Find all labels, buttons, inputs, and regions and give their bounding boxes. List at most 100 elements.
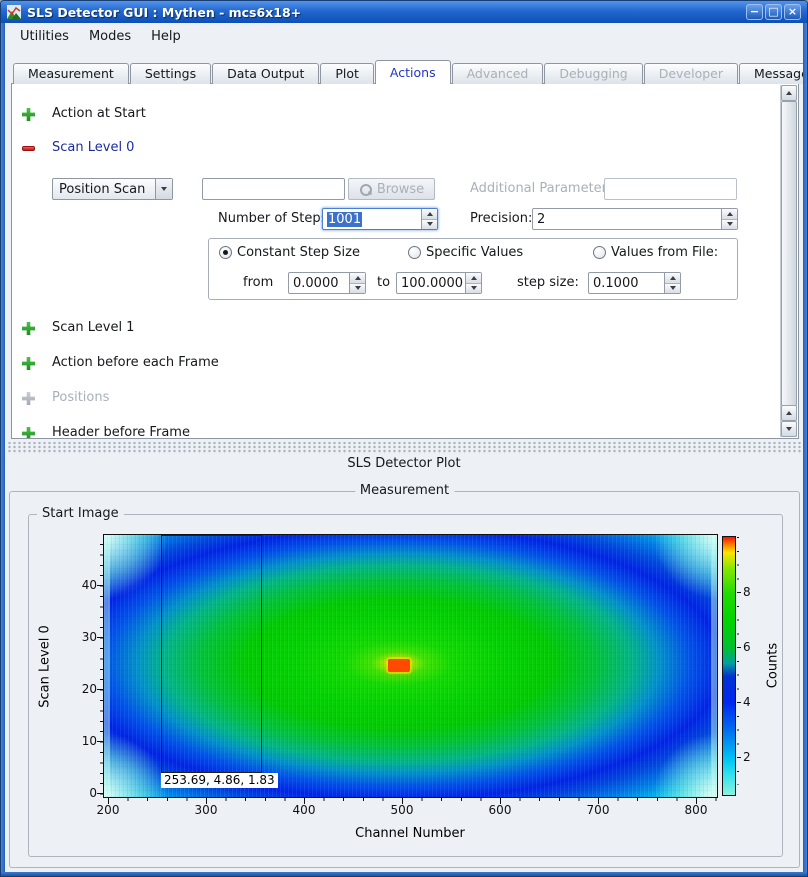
stepper-buttons[interactable] <box>465 273 481 293</box>
tab-plot[interactable]: Plot <box>320 63 374 84</box>
colorbar-minor-ticks <box>737 537 739 785</box>
step-down-button[interactable] <box>466 283 481 294</box>
app-icon <box>7 5 21 19</box>
x-tick-label: 400 <box>284 803 324 817</box>
actions-scrollbar[interactable] <box>780 85 797 437</box>
number-of-steps-label: Number of Steps: <box>218 212 332 226</box>
window-title: SLS Detector GUI : Mythen - mcs6x18+ <box>27 5 744 20</box>
chevron-down-icon <box>161 187 167 191</box>
script-file-input[interactable] <box>202 178 345 200</box>
from-stepper[interactable]: 0.0000 <box>288 272 366 294</box>
collapse-icon[interactable] <box>22 146 35 151</box>
number-of-steps-stepper[interactable]: 1001 <box>322 208 438 230</box>
values-from-file-label[interactable]: Values from File: <box>611 246 718 260</box>
tab-messages[interactable]: Messages <box>739 63 808 84</box>
expand-icon[interactable] <box>22 427 35 439</box>
step-up-button[interactable] <box>665 273 680 283</box>
step-up-button[interactable] <box>422 209 437 219</box>
constant-step-size-radio[interactable] <box>219 246 232 259</box>
browse-button: Browse <box>348 178 435 200</box>
action-at-start-button[interactable]: Action at Start <box>52 107 146 121</box>
arrow-down-icon <box>427 222 433 226</box>
measurement-group-title: Measurement <box>355 483 454 499</box>
step-down-button[interactable] <box>722 219 737 230</box>
close-button[interactable]: × <box>784 4 801 20</box>
heatmap-canvas[interactable]: 253.69, 4.86, 1.83 <box>103 534 718 798</box>
step-down-button[interactable] <box>350 283 365 294</box>
expand-icon[interactable] <box>22 108 35 121</box>
window-border-right <box>803 1 807 876</box>
x-tick-label: 300 <box>186 803 226 817</box>
actions-tab-pane: Action at Start Scan Level 0 Position Sc… <box>11 83 799 439</box>
arrow-down-icon <box>727 222 733 226</box>
y-axis-title: Scan Level 0 <box>38 602 53 732</box>
menu-utilities[interactable]: Utilities <box>11 26 78 47</box>
start-image-group-title: Start Image <box>37 506 124 522</box>
to-stepper[interactable]: 100.0000 <box>396 272 482 294</box>
header-before-frame-button[interactable]: Header before Frame <box>52 426 190 439</box>
arrow-down-icon <box>471 286 477 290</box>
tab-data-output[interactable]: Data Output <box>212 63 319 84</box>
additional-parameter-input <box>604 178 737 200</box>
step-down-button[interactable] <box>665 283 680 294</box>
scan-mode-value: Position Scan <box>59 181 145 198</box>
action-before-each-frame-button[interactable]: Action before each Frame <box>52 356 219 370</box>
tab-debugging: Debugging <box>544 63 642 84</box>
scroll-up-button-bottom[interactable] <box>781 405 797 421</box>
precision-stepper[interactable]: 2 <box>532 208 738 230</box>
scrollbar-thumb[interactable] <box>781 101 797 406</box>
expand-icon-disabled <box>22 392 35 405</box>
arrow-up-icon <box>786 411 792 415</box>
minimize-button[interactable]: − <box>746 4 763 20</box>
menu-modes[interactable]: Modes <box>80 26 140 47</box>
y-tick-label: 40 <box>71 578 97 592</box>
menu-help[interactable]: Help <box>142 26 190 47</box>
arrow-up-icon <box>355 276 361 280</box>
stepper-buttons[interactable] <box>421 209 437 229</box>
arrow-up-icon <box>786 91 792 95</box>
y-tick-label: 0 <box>71 786 97 800</box>
window-border-left <box>1 1 5 876</box>
colorbar-tick-label: 6 <box>743 640 763 654</box>
browse-icon <box>359 183 372 196</box>
values-from-file-radio[interactable] <box>593 246 606 259</box>
title-bar[interactable]: SLS Detector GUI : Mythen - mcs6x18+ − □… <box>1 1 807 23</box>
step-size-stepper[interactable]: 0.1000 <box>588 272 681 294</box>
scan-mode-select[interactable]: Position Scan <box>52 178 173 200</box>
scroll-up-button[interactable] <box>781 85 797 101</box>
expand-icon[interactable] <box>22 357 35 370</box>
x-tick-label: 800 <box>676 803 716 817</box>
start-image-group: Start Image Scan Level 0 40 30 20 10 0 <box>28 514 783 857</box>
to-value: 100.0000 <box>401 275 463 292</box>
constant-step-size-label[interactable]: Constant Step Size <box>237 246 360 260</box>
splitter-handle[interactable] <box>6 442 802 454</box>
colorbar-tick-label: 2 <box>743 750 763 764</box>
zoom-selection-rect <box>161 535 262 773</box>
x-axis-minor-ticks <box>103 798 718 801</box>
specific-values-radio[interactable] <box>408 246 421 259</box>
tab-developer: Developer <box>644 63 738 84</box>
tab-actions[interactable]: Actions <box>375 60 451 84</box>
scan-level-0-button[interactable]: Scan Level 0 <box>52 141 134 155</box>
combo-dropdown-button[interactable] <box>155 179 172 199</box>
y-tick-label: 20 <box>71 682 97 696</box>
stepper-buttons[interactable] <box>664 273 680 293</box>
colorbar-title: Counts <box>766 636 781 696</box>
specific-values-label[interactable]: Specific Values <box>426 246 523 260</box>
tab-settings[interactable]: Settings <box>130 63 211 84</box>
step-up-button[interactable] <box>722 209 737 219</box>
expand-icon[interactable] <box>22 322 35 335</box>
plot-dock-title: SLS Detector Plot <box>1 456 807 471</box>
colorbar-tick-label: 4 <box>743 695 763 709</box>
step-up-button[interactable] <box>466 273 481 283</box>
stepper-buttons[interactable] <box>349 273 365 293</box>
tab-measurement[interactable]: Measurement <box>13 63 129 84</box>
step-down-button[interactable] <box>422 219 437 230</box>
x-axis-title: Channel Number <box>310 826 510 841</box>
scroll-down-button[interactable] <box>781 421 797 437</box>
number-of-steps-value: 1001 <box>327 212 362 227</box>
maximize-button[interactable]: □ <box>765 4 782 20</box>
stepper-buttons[interactable] <box>721 209 737 229</box>
step-up-button[interactable] <box>350 273 365 283</box>
scan-level-1-button[interactable]: Scan Level 1 <box>52 321 134 335</box>
